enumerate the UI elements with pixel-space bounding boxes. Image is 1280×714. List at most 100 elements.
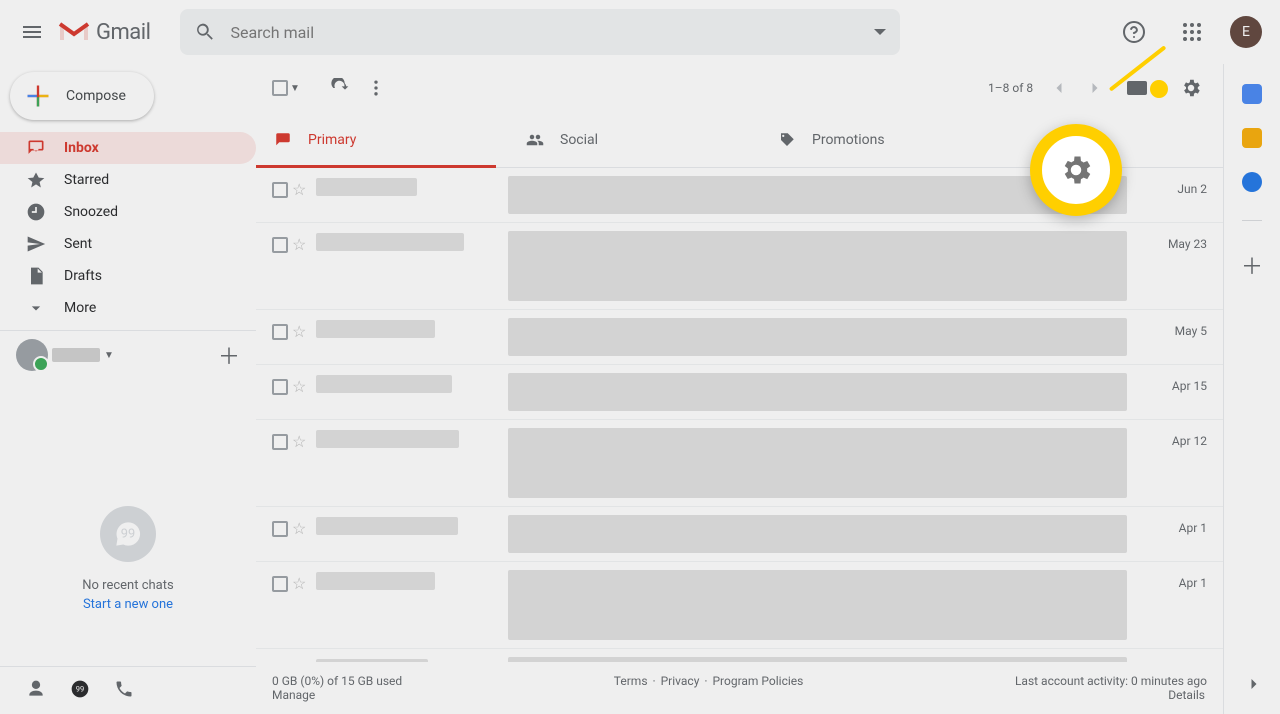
google-apps-button[interactable] bbox=[1172, 12, 1212, 52]
footer: 0 GB (0%) of 15 GB used Manage Terms · P… bbox=[256, 662, 1223, 714]
row-sender-redacted bbox=[316, 231, 496, 251]
nav-inbox[interactable]: Inbox bbox=[0, 132, 256, 164]
settings-button[interactable] bbox=[1175, 72, 1207, 104]
svg-text:99: 99 bbox=[121, 526, 135, 541]
hangouts-contacts-button[interactable] bbox=[26, 679, 46, 703]
hangouts-start-new-link[interactable]: Start a new one bbox=[83, 597, 173, 612]
mail-list: ☆Jun 2☆May 23☆May 5☆Apr 15☆Apr 12☆Apr 1☆… bbox=[256, 168, 1223, 662]
get-addons-button[interactable]: ＋ bbox=[1241, 249, 1263, 281]
nav-more[interactable]: More bbox=[0, 292, 256, 324]
hangouts-conversations-button[interactable]: 99 bbox=[70, 679, 90, 703]
nav-list: Inbox Starred Snoozed Sent Drafts More bbox=[0, 132, 256, 324]
row-star[interactable]: ☆ bbox=[292, 318, 316, 341]
row-snippet-redacted bbox=[496, 428, 1147, 506]
mail-row[interactable]: ☆May 5 bbox=[256, 310, 1223, 365]
search-input[interactable] bbox=[230, 23, 860, 42]
footer-storage: 0 GB (0%) of 15 GB used Manage bbox=[272, 674, 402, 702]
tasks-app-icon[interactable] bbox=[1242, 172, 1262, 192]
storage-text: 0 GB (0%) of 15 GB used bbox=[272, 674, 402, 688]
row-snippet-redacted bbox=[496, 318, 1147, 364]
row-checkbox[interactable] bbox=[272, 373, 292, 399]
row-star[interactable]: ☆ bbox=[292, 428, 316, 451]
activity-details-link[interactable]: Details bbox=[1168, 688, 1205, 702]
hangouts-presence[interactable] bbox=[16, 339, 48, 371]
chevron-right-icon bbox=[1085, 78, 1105, 98]
chevron-down-icon[interactable]: ▼ bbox=[290, 83, 300, 94]
chevron-down-icon[interactable]: ▼ bbox=[104, 350, 114, 361]
mail-row[interactable]: ☆Apr 1 bbox=[256, 507, 1223, 562]
tab-primary[interactable]: Primary bbox=[256, 112, 508, 167]
nav-starred[interactable]: Starred bbox=[0, 164, 256, 196]
hangouts-icon: 99 bbox=[100, 506, 156, 562]
inbox-tab-icon bbox=[274, 131, 292, 149]
annotation-highlight bbox=[1030, 124, 1122, 216]
nav-label: Starred bbox=[64, 172, 109, 188]
row-checkbox[interactable] bbox=[272, 318, 292, 344]
row-star[interactable]: ☆ bbox=[292, 373, 316, 396]
chat-icon: 99 bbox=[70, 679, 90, 699]
search-bar[interactable] bbox=[180, 9, 900, 55]
toolbar: ▼ 1–8 of 8 ▼ bbox=[256, 64, 1223, 112]
more-vert-icon bbox=[366, 78, 386, 98]
side-panel-toggle[interactable] bbox=[1244, 674, 1264, 698]
refresh-button[interactable] bbox=[324, 72, 356, 104]
nav-label: Sent bbox=[64, 236, 92, 252]
row-star[interactable]: ☆ bbox=[292, 231, 316, 254]
search-options-icon[interactable] bbox=[874, 26, 886, 38]
mail-row[interactable]: ☆Apr 12 bbox=[256, 420, 1223, 507]
apps-grid-icon bbox=[1182, 22, 1202, 42]
row-checkbox[interactable] bbox=[272, 176, 292, 202]
tab-social[interactable]: Social bbox=[508, 112, 760, 167]
hangouts-empty: 99 No recent chats Start a new one bbox=[0, 371, 256, 666]
tab-promotions[interactable]: Promotions bbox=[760, 112, 1012, 167]
policies-link[interactable]: Program Policies bbox=[712, 674, 803, 688]
chevron-left-icon bbox=[1049, 78, 1069, 98]
row-star[interactable]: ☆ bbox=[292, 515, 316, 538]
mail-row[interactable]: ☆ May 23 bbox=[256, 223, 1223, 310]
help-icon bbox=[1122, 20, 1146, 44]
prev-page-button[interactable] bbox=[1043, 72, 1075, 104]
mail-row[interactable]: ☆Mar 22 bbox=[256, 649, 1223, 662]
gmail-logo[interactable]: Gmail bbox=[58, 20, 150, 45]
menu-icon bbox=[20, 20, 44, 44]
mail-row[interactable]: ☆Apr 1 bbox=[256, 562, 1223, 649]
keep-app-icon[interactable] bbox=[1242, 128, 1262, 148]
row-checkbox[interactable] bbox=[272, 570, 292, 596]
nav-snoozed[interactable]: Snoozed bbox=[0, 196, 256, 228]
select-all[interactable]: ▼ bbox=[272, 80, 300, 96]
row-checkbox[interactable] bbox=[272, 428, 292, 454]
refresh-icon bbox=[330, 78, 350, 98]
compose-button[interactable]: Compose bbox=[10, 72, 154, 120]
main-menu-button[interactable] bbox=[8, 8, 56, 56]
support-button[interactable] bbox=[1114, 12, 1154, 52]
new-conversation-button[interactable]: ＋ bbox=[218, 339, 240, 371]
row-checkbox[interactable] bbox=[272, 231, 292, 257]
account-avatar[interactable]: E bbox=[1230, 16, 1262, 48]
row-sender-redacted bbox=[316, 176, 496, 196]
svg-text:99: 99 bbox=[76, 684, 84, 693]
calendar-app-icon[interactable] bbox=[1242, 84, 1262, 104]
row-checkbox[interactable] bbox=[272, 515, 292, 541]
row-sender-redacted bbox=[316, 428, 496, 448]
nav-drafts[interactable]: Drafts bbox=[0, 260, 256, 292]
row-star[interactable]: ☆ bbox=[292, 570, 316, 593]
terms-link[interactable]: Terms bbox=[614, 674, 648, 688]
hangouts-phone-button[interactable] bbox=[114, 679, 134, 703]
privacy-link[interactable]: Privacy bbox=[661, 674, 700, 688]
row-sender-redacted bbox=[316, 515, 496, 535]
pagination-count: 1–8 of 8 bbox=[988, 81, 1033, 95]
hangouts-header: ▼ ＋ bbox=[0, 330, 256, 371]
send-icon bbox=[26, 234, 46, 254]
row-date: May 23 bbox=[1147, 231, 1207, 251]
nav-label: Drafts bbox=[64, 268, 102, 284]
manage-storage-link[interactable]: Manage bbox=[272, 688, 315, 702]
gear-icon bbox=[1180, 77, 1202, 99]
header: Gmail E bbox=[0, 0, 1280, 64]
nav-sent[interactable]: Sent bbox=[0, 228, 256, 260]
row-star[interactable]: ☆ bbox=[292, 176, 316, 199]
tab-label: Promotions bbox=[812, 132, 885, 148]
next-page-button[interactable] bbox=[1079, 72, 1111, 104]
mail-row[interactable]: ☆Apr 15 bbox=[256, 365, 1223, 420]
more-button[interactable] bbox=[360, 72, 392, 104]
tab-label: Primary bbox=[308, 132, 356, 148]
